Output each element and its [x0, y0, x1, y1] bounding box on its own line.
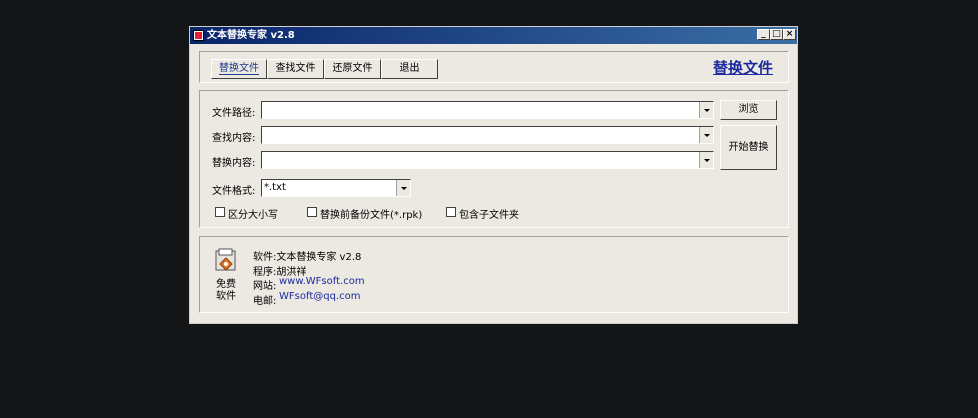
replace-combo[interactable] [261, 151, 714, 169]
software-info: 软件:文本替换专家 v2.8 [253, 252, 362, 263]
find-label: 查找内容: [212, 133, 256, 144]
close-button[interactable]: × [783, 29, 796, 40]
tab-replace[interactable]: 替换文件 [211, 59, 267, 79]
subfolder-checkbox[interactable] [446, 207, 456, 217]
format-value: *.txt [264, 182, 286, 193]
tab-find[interactable]: 查找文件 [267, 59, 324, 79]
website-label: 网站: [253, 281, 277, 292]
email-link[interactable]: WFsoft@qq.com [279, 291, 360, 302]
page-title: 替换文件 [713, 59, 774, 77]
tab-replace-label: 替换文件 [219, 63, 259, 75]
backup-checkbox[interactable] [307, 207, 317, 217]
software-package-icon [215, 248, 236, 271]
browse-button[interactable]: 浏览 [720, 100, 777, 120]
app-icon [193, 30, 204, 41]
chevron-down-icon[interactable] [396, 180, 410, 196]
case-sensitive-label: 区分大小写 [228, 210, 278, 221]
tab-exit[interactable]: 退出 [381, 59, 438, 79]
app-window: 文本替换专家 v2.8 _ □ × 替换文件 查找文件 还原文件 退出 替换文件… [189, 26, 798, 324]
start-replace-button[interactable]: 开始替换 [720, 125, 777, 170]
email-label: 电邮: [253, 296, 277, 307]
tab-restore[interactable]: 还原文件 [324, 59, 381, 79]
find-combo[interactable] [261, 126, 714, 144]
path-combo[interactable] [261, 101, 714, 119]
free-software-badge: 免费 软件 [216, 279, 236, 302]
website-link[interactable]: www.WFsoft.com [279, 276, 365, 287]
chevron-down-icon[interactable] [699, 152, 713, 168]
chevron-down-icon[interactable] [699, 127, 713, 143]
case-sensitive-checkbox[interactable] [215, 207, 225, 217]
path-label: 文件路径: [212, 108, 256, 119]
backup-label: 替换前备份文件(*.rpk) [320, 210, 423, 221]
format-select[interactable]: *.txt [261, 179, 411, 197]
subfolder-label: 包含子文件夹 [459, 210, 519, 221]
replace-label: 替换内容: [212, 158, 256, 169]
format-label: 文件格式: [212, 186, 256, 197]
window-title: 文本替换专家 v2.8 [207, 30, 295, 41]
chevron-down-icon[interactable] [699, 102, 713, 118]
maximize-button[interactable]: □ [770, 29, 783, 40]
minimize-button[interactable]: _ [757, 29, 770, 40]
title-bar[interactable]: 文本替换专家 v2.8 _ □ × [190, 27, 797, 44]
